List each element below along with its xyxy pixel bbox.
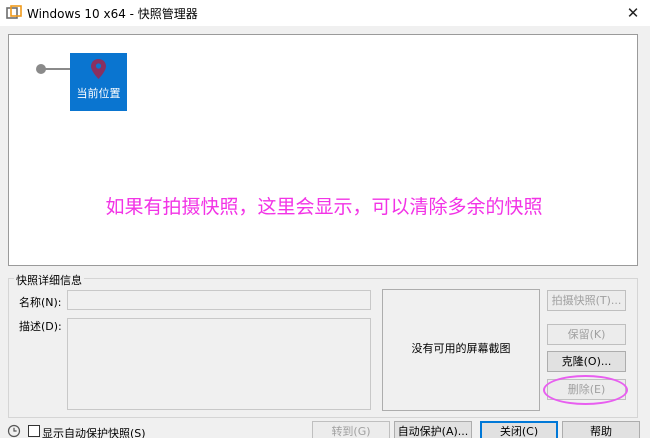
keep-button[interactable]: 保留(K) — [547, 324, 626, 345]
name-field[interactable] — [67, 290, 371, 310]
show-autoprotect-label[interactable]: 显示自动保护快照(S) — [42, 425, 146, 438]
delete-highlight-ring — [543, 375, 628, 405]
annotation-text: 如果有拍摄快照，这里会显示，可以清除多余的快照 — [105, 196, 543, 218]
snapshot-tree[interactable]: 当前位置 如果有拍摄快照，这里会显示，可以清除多余的快照 — [8, 34, 638, 266]
show-autoprotect-checkbox[interactable] — [28, 425, 40, 437]
name-label: 名称(N): — [19, 296, 62, 309]
goto-button[interactable]: 转到(G) — [312, 421, 390, 438]
snapshot-details-title: 快照详细信息 — [14, 272, 84, 288]
clone-button[interactable]: 克隆(O)... — [547, 351, 626, 372]
close-icon[interactable]: ✕ — [616, 0, 650, 26]
screenshot-preview: 没有可用的屏幕截图 — [382, 289, 540, 411]
screenshot-placeholder: 没有可用的屏幕截图 — [411, 342, 511, 355]
vmware-app-icon — [6, 5, 22, 19]
current-position-label: 当前位置 — [76, 87, 121, 100]
tree-root-dot — [36, 64, 46, 74]
take-snapshot-button[interactable]: 拍摄快照(T)... — [547, 290, 626, 311]
current-position-node[interactable]: 当前位置 — [70, 53, 127, 111]
help-button[interactable]: 帮助 — [562, 421, 640, 438]
close-button[interactable]: 关闭(C) — [480, 421, 558, 438]
title-bar: Windows 10 x64 - 快照管理器 ✕ — [0, 0, 650, 26]
description-field[interactable] — [67, 318, 371, 410]
autoprotect-button[interactable]: 自动保护(A)... — [394, 421, 472, 438]
clock-icon — [7, 424, 21, 438]
window-title: Windows 10 x64 - 快照管理器 — [27, 7, 198, 21]
description-label: 描述(D): — [19, 320, 62, 333]
location-pin-icon — [91, 59, 106, 79]
